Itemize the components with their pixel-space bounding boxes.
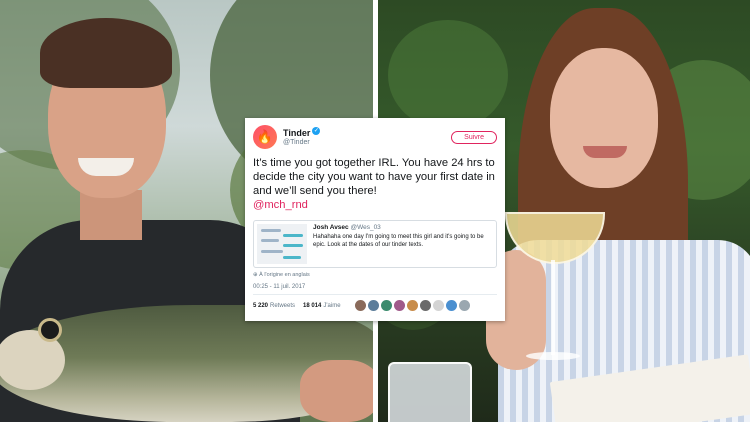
liker-avatar[interactable] — [445, 300, 457, 311]
quoted-author-name: Josh Avsec — [313, 224, 349, 231]
woman-smile — [583, 146, 627, 158]
liker-avatar[interactable] — [354, 300, 366, 311]
quoted-tweet[interactable]: Josh Avsec @Wes_03 Hahahaha one day I'm … — [253, 220, 497, 268]
globe-icon: ⊕ — [253, 272, 258, 278]
martini-glass-base — [526, 352, 580, 360]
liker-avatars — [354, 300, 472, 311]
tweet-stats: 5 220 Retweets 18 014 J'aime — [253, 300, 497, 311]
quoted-tweet-thumbnail — [257, 224, 307, 264]
retweets-label: Retweets — [270, 302, 296, 309]
liker-avatar[interactable] — [458, 300, 470, 311]
liker-avatar[interactable] — [393, 300, 405, 311]
author-name[interactable]: Tinder — [283, 128, 310, 138]
follow-button[interactable]: Suivre — [451, 130, 497, 144]
water-glass — [388, 362, 472, 422]
man-hand — [300, 360, 373, 422]
man-hair — [40, 18, 172, 88]
liker-avatar[interactable] — [367, 300, 379, 311]
quoted-tweet-body: Josh Avsec @Wes_03 Hahahaha one day I'm … — [313, 224, 493, 264]
author-handle[interactable]: @Tinder — [283, 138, 451, 148]
verified-badge-icon: ✓ — [312, 127, 321, 136]
retweets-stat[interactable]: 5 220 Retweets — [253, 303, 295, 309]
translate-label: À l'origine en anglais — [259, 272, 310, 278]
quoted-tweet-text: Hahahaha one day I'm going to meet this … — [313, 234, 484, 248]
liker-avatar[interactable] — [419, 300, 431, 311]
quoted-author: Josh Avsec @Wes_03 — [313, 224, 493, 231]
fish-eye — [38, 318, 62, 342]
tweet-card[interactable]: 🔥 Tinder ✓ @Tinder Suivre It’s time you g… — [245, 118, 505, 321]
translate-link[interactable]: ⊕ À l'origine en anglais — [253, 272, 497, 278]
likes-count: 18 014 — [303, 302, 322, 309]
liker-avatar[interactable] — [380, 300, 392, 311]
likes-label: J'aime — [323, 302, 341, 309]
likes-stat[interactable]: 18 014 J'aime — [303, 303, 341, 309]
retweets-count: 5 220 — [253, 302, 269, 309]
liker-avatar[interactable] — [406, 300, 418, 311]
liker-avatar[interactable] — [432, 300, 444, 311]
tweet-author: Tinder ✓ @Tinder — [283, 127, 451, 148]
tweet-text: It’s time you got together IRL. You have… — [253, 157, 495, 197]
tinder-flame-icon[interactable]: 🔥 — [253, 125, 277, 149]
woman-face — [550, 48, 658, 188]
martini-glass-stem — [551, 260, 555, 355]
leaf-foliage — [388, 20, 508, 130]
tweet-header: 🔥 Tinder ✓ @Tinder Suivre — [253, 124, 497, 150]
tweet-timestamp[interactable]: 00:25 - 11 juil. 2017 — [253, 284, 497, 295]
quoted-author-handle: @Wes_03 — [350, 224, 381, 231]
tweet-mention-link[interactable]: @mch_rnd — [253, 198, 497, 212]
